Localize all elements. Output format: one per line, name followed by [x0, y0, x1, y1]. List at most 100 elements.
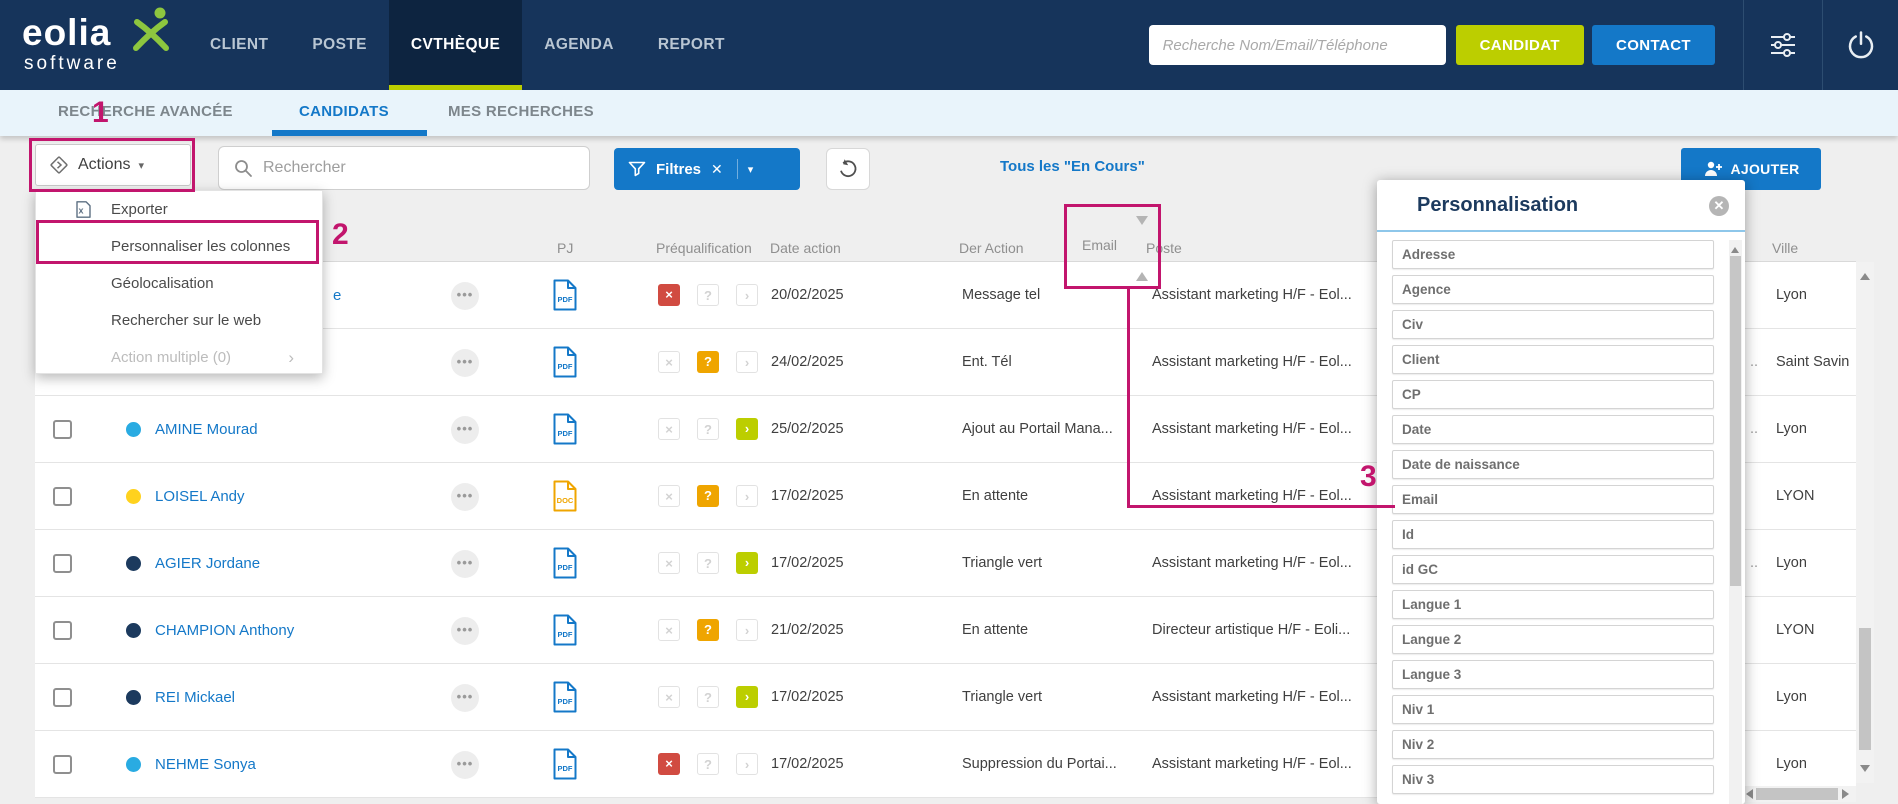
scroll-right-icon[interactable] [1842, 789, 1854, 799]
column-option-client[interactable]: Client [1392, 345, 1714, 374]
close-icon[interactable]: ✕ [1709, 196, 1729, 216]
dragged-column-header-email[interactable]: Email [1082, 237, 1117, 253]
column-option-niv-3[interactable]: Niv 3 [1392, 765, 1714, 794]
doc-attachment-icon[interactable]: DOC [552, 480, 578, 517]
column-option-cp[interactable]: CP [1392, 380, 1714, 409]
prequalification-reject-icon[interactable]: × [658, 753, 680, 775]
table-vertical-scrollbar[interactable] [1856, 262, 1874, 783]
column-header-date-action[interactable]: Date action [770, 240, 841, 256]
candidat-button[interactable]: CANDIDAT [1455, 25, 1584, 65]
row-more-button[interactable]: ••• [451, 684, 479, 712]
column-option-id[interactable]: Id [1392, 520, 1714, 549]
menu-item-3[interactable]: Géolocalisation [36, 265, 322, 302]
column-option-date-de-naissance[interactable]: Date de naissance [1392, 450, 1714, 479]
prequalification-advance-icon[interactable]: › [736, 552, 758, 574]
column-option-id-gc[interactable]: id GC [1392, 555, 1714, 584]
column-header-prequalification[interactable]: Préqualification [656, 240, 752, 256]
prequalification-advance-icon[interactable]: › [736, 753, 758, 775]
prequalification-question-icon[interactable]: ? [697, 619, 719, 641]
prequalification-reject-icon[interactable]: × [658, 418, 680, 440]
row-more-button[interactable]: ••• [451, 617, 479, 645]
status-dot[interactable] [126, 623, 141, 638]
menu-item-1[interactable]: x Exporter [36, 191, 322, 228]
settings-sliders-button[interactable] [1744, 0, 1822, 90]
candidate-name-link[interactable]: NEHME Sonya [155, 731, 256, 798]
nav-item-client[interactable]: CLIENT [188, 0, 290, 90]
prequalification-reject-icon[interactable]: × [658, 485, 680, 507]
column-option-langue-2[interactable]: Langue 2 [1392, 625, 1714, 654]
status-dot[interactable] [126, 489, 141, 504]
prequalification-advance-icon[interactable]: › [736, 686, 758, 708]
column-header-poste[interactable]: Poste [1146, 240, 1182, 256]
column-option-civ[interactable]: Civ [1392, 310, 1714, 339]
nav-item-poste[interactable]: POSTE [290, 0, 389, 90]
panel-scroll-thumb[interactable] [1730, 256, 1741, 586]
scroll-up-icon[interactable] [1860, 268, 1870, 280]
prequalification-reject-icon[interactable]: × [658, 351, 680, 373]
row-checkbox[interactable] [53, 621, 72, 640]
prequalification-question-icon[interactable]: ? [697, 418, 719, 440]
column-option-niv-1[interactable]: Niv 1 [1392, 695, 1714, 724]
prequalification-advance-icon[interactable]: › [736, 284, 758, 306]
column-option-email[interactable]: Email [1392, 485, 1714, 514]
tab-mes-recherches[interactable]: MES RECHERCHES [448, 103, 594, 120]
pdf-attachment-icon[interactable]: PDF [552, 748, 578, 785]
filters-clear-icon[interactable]: ✕ [711, 161, 723, 178]
row-more-button[interactable]: ••• [451, 550, 479, 578]
candidate-name-link[interactable]: CHAMPION Anthony [155, 597, 294, 664]
eolia-logo[interactable]: eolia software [0, 0, 188, 90]
prequalification-reject-icon[interactable]: × [658, 619, 680, 641]
table-horizontal-scrollbar[interactable] [1739, 786, 1856, 802]
candidate-name-link[interactable]: e [333, 262, 341, 329]
candidate-name-link[interactable]: REI Mickael [155, 664, 235, 731]
pdf-attachment-icon[interactable]: PDF [552, 279, 578, 316]
status-dot[interactable] [126, 556, 141, 571]
vertical-scroll-thumb[interactable] [1859, 628, 1871, 750]
prequalification-question-icon[interactable]: ? [697, 753, 719, 775]
tab-candidats[interactable]: CANDIDATS [299, 103, 389, 120]
prequalification-advance-icon[interactable]: › [736, 418, 758, 440]
prequalification-question-icon[interactable]: ? [697, 485, 719, 507]
prequalification-reject-icon[interactable]: × [658, 552, 680, 574]
tab-recherche-avancée[interactable]: RECHERCHE AVANCÉE [58, 103, 233, 120]
filters-button[interactable]: Filtres ✕ ▾ [614, 148, 800, 190]
status-dot[interactable] [126, 422, 141, 437]
prequalification-question-icon[interactable]: ? [697, 284, 719, 306]
row-checkbox[interactable] [53, 487, 72, 506]
menu-item-4[interactable]: Rechercher sur le web [36, 302, 322, 339]
table-search-input[interactable] [263, 159, 575, 177]
candidate-name-link[interactable]: AGIER Jordane [155, 530, 260, 597]
status-dot[interactable] [126, 690, 141, 705]
global-search-input[interactable] [1148, 25, 1446, 65]
actions-dropdown-button[interactable]: Actions ▾ [35, 144, 191, 186]
pdf-attachment-icon[interactable]: PDF [552, 614, 578, 651]
pdf-attachment-icon[interactable]: PDF [552, 413, 578, 450]
pdf-attachment-icon[interactable]: PDF [552, 547, 578, 584]
scroll-up-icon[interactable] [1731, 243, 1739, 253]
prequalification-question-icon[interactable]: ? [697, 351, 719, 373]
prequalification-advance-icon[interactable]: › [736, 619, 758, 641]
row-more-button[interactable]: ••• [451, 349, 479, 377]
candidate-name-link[interactable]: AMINE Mourad [155, 396, 258, 463]
prequalification-reject-icon[interactable]: × [658, 686, 680, 708]
prequalification-advance-icon[interactable]: › [736, 351, 758, 373]
pdf-attachment-icon[interactable]: PDF [552, 681, 578, 718]
row-checkbox[interactable] [53, 755, 72, 774]
nav-item-report[interactable]: REPORT [636, 0, 747, 90]
row-checkbox[interactable] [53, 420, 72, 439]
row-checkbox[interactable] [53, 554, 72, 573]
logout-power-button[interactable] [1823, 0, 1898, 90]
column-header-der-action[interactable]: Der Action [959, 240, 1024, 256]
candidate-name-link[interactable]: LOISEL Andy [155, 463, 245, 530]
refresh-button[interactable] [826, 148, 870, 190]
row-more-button[interactable]: ••• [451, 483, 479, 511]
column-header-ville[interactable]: Ville [1772, 240, 1798, 256]
column-header-pj[interactable]: PJ [557, 240, 573, 256]
panel-scrollbar[interactable] [1729, 240, 1742, 804]
row-more-button[interactable]: ••• [451, 282, 479, 310]
column-option-agence[interactable]: Agence [1392, 275, 1714, 304]
column-option-langue-3[interactable]: Langue 3 [1392, 660, 1714, 689]
row-checkbox[interactable] [53, 688, 72, 707]
row-more-button[interactable]: ••• [451, 751, 479, 779]
prequalification-question-icon[interactable]: ? [697, 686, 719, 708]
